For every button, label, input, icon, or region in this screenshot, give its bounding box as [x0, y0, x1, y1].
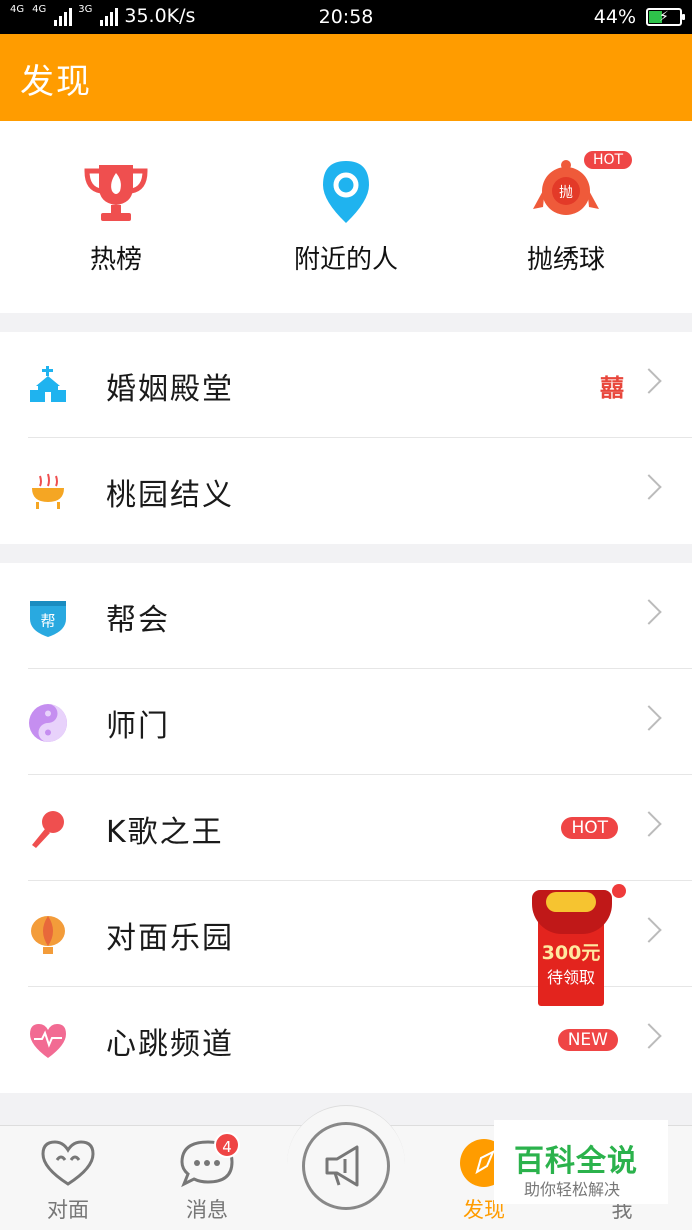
new-tag: NEW: [557, 1029, 618, 1051]
svg-text:抛: 抛: [559, 185, 573, 201]
list-item-gang[interactable]: 帮 帮会: [0, 563, 692, 669]
feature-label: 附近的人: [293, 245, 398, 275]
feature-label: 热榜: [89, 245, 142, 275]
chat-bubble-icon: 4: [178, 1132, 240, 1188]
microphone-icon: [28, 809, 68, 849]
tab-label: 对面: [47, 1198, 89, 1222]
trophy-icon: [81, 157, 151, 227]
chevron-right-icon: [636, 917, 662, 943]
watermark: 百科全说 助你轻松解决: [494, 1120, 668, 1204]
list-item-label: K歌之王: [106, 815, 224, 850]
promo-amount: 300元: [541, 942, 601, 964]
chevron-right-icon: [636, 599, 662, 625]
chevron-right-icon: [636, 811, 662, 837]
yin-yang-icon: [28, 703, 68, 743]
chevron-right-icon: [636, 474, 662, 500]
chapel-icon: [28, 366, 68, 406]
heart-face-icon: [39, 1138, 97, 1188]
list-item-label: 帮会: [106, 603, 170, 638]
hot-tag: HOT: [561, 817, 618, 839]
list-item-karaoke-king[interactable]: K歌之王 HOT: [0, 775, 692, 881]
feature-label: 抛绣球: [526, 245, 605, 275]
feature-throw-ball[interactable]: 抛 抛绣球 HOT: [466, 151, 666, 276]
megaphone-icon: [325, 1145, 359, 1187]
list-item-label: 师门: [106, 709, 170, 744]
broadcast-button[interactable]: [302, 1122, 390, 1210]
hot-badge: HOT: [584, 151, 633, 169]
chevron-right-icon: [636, 1023, 662, 1049]
list-item-label: 对面乐园: [106, 921, 234, 956]
chevron-right-icon: [636, 705, 662, 731]
location-pin-icon: [311, 157, 381, 227]
red-envelope-promo[interactable]: 300元 待领取: [528, 884, 626, 1008]
gold-coins-icon: [546, 892, 596, 912]
clock: 20:58: [318, 6, 374, 28]
tab-opposite[interactable]: 对面: [8, 1126, 128, 1224]
notification-dot: [612, 884, 626, 898]
list-item-peach-garden-oath[interactable]: 桃园结义: [0, 438, 692, 544]
list-item-master-school[interactable]: 师门: [0, 669, 692, 775]
gang-shield-icon: 帮: [28, 597, 68, 637]
feature-nearby-people[interactable]: 附近的人: [246, 157, 446, 276]
status-bar: 4G 4G 3G 35.0K/s 20:58 44% ⚡: [0, 0, 692, 34]
list-item-label: 桃园结义: [106, 478, 234, 513]
watermark-subtitle: 助你轻松解决: [524, 1180, 621, 1199]
feature-row: 热榜 附近的人 抛 抛绣球 HOT: [0, 121, 692, 313]
feature-hot-list[interactable]: 热榜: [16, 157, 216, 276]
list-section-2: 帮 帮会 师门 K歌之王 HOT 对面乐园 心跳频道 NEW: [0, 563, 692, 1093]
list-section-1: 婚姻殿堂 囍 桃园结义: [0, 332, 692, 544]
svg-text:帮: 帮: [40, 612, 55, 630]
double-happiness-mark: 囍: [600, 374, 624, 402]
chevron-right-icon: [636, 368, 662, 394]
battery-icon: ⚡: [646, 8, 685, 26]
heartbeat-icon: [28, 1021, 68, 1061]
app-header: 发现: [0, 34, 692, 121]
tab-messages[interactable]: 4 消息: [147, 1126, 267, 1224]
promo-text: 待领取: [546, 968, 595, 987]
battery-percent: 44%: [593, 6, 636, 28]
hot-air-balloon-icon: [28, 915, 68, 955]
tab-label: 消息: [186, 1198, 228, 1222]
watermark-title: 百科全说: [514, 1144, 638, 1179]
unread-badge: 4: [214, 1132, 240, 1158]
list-item-marriage-hall[interactable]: 婚姻殿堂 囍: [0, 332, 692, 438]
incense-burner-icon: [28, 472, 68, 512]
list-item-label: 心跳频道: [106, 1027, 234, 1062]
page-title: 发现: [20, 62, 92, 102]
list-item-label: 婚姻殿堂: [106, 372, 234, 407]
